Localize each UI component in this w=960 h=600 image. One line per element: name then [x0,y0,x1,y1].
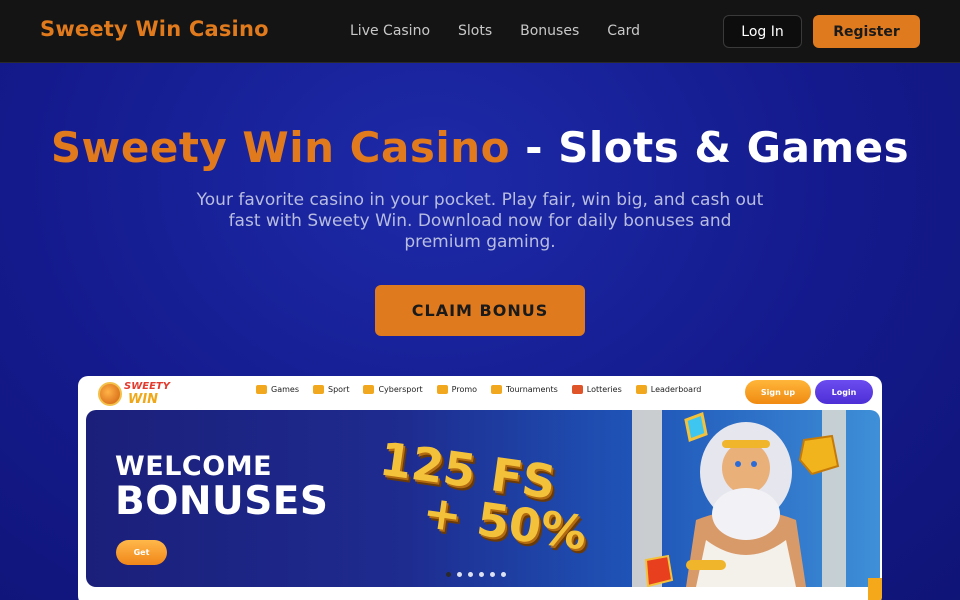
preview-logo-line1: SWEETY [124,381,170,392]
preview-nav-games: Games [256,385,299,394]
top-navbar: Sweety Win Casino Live Casino Slots Bonu… [0,0,960,63]
trophy-icon [312,385,324,394]
diamond-icon [491,385,503,394]
crown-icon [635,385,647,394]
main-nav: Live Casino Slots Bonuses Card [350,23,640,39]
logo-coin-icon [98,382,122,406]
hero-subtitle: Your favorite casino in your pocket. Pla… [196,190,764,252]
carousel-dot [490,572,495,577]
preview-nav-tournaments: Tournaments [491,385,558,394]
brand-logo-text[interactable]: Sweety Win Casino [40,17,269,41]
hero-title-accent: Sweety Win Casino [50,123,510,172]
carousel-dot [479,572,484,577]
preview-nav-label: Lotteries [586,385,622,394]
preview-login-button: Login [815,380,873,404]
banner-promo-text: 125 FS + 50% [371,432,596,561]
register-button[interactable]: Register [813,15,920,48]
claim-bonus-button[interactable]: CLAIM BONUS [375,285,585,336]
banner-line1: WELCOME [115,451,273,482]
preview-nav-lotteries: Lotteries [571,385,622,394]
nav-slots[interactable]: Slots [458,23,492,39]
preview-nav-label: Cybersport [378,385,423,394]
promo-icon [436,385,448,394]
banner-get-button: Get [116,540,167,565]
login-button[interactable]: Log In [723,15,802,48]
promo-line2: + 50% [419,484,591,561]
preview-nav-cybersport: Cybersport [363,385,423,394]
banner-carousel-dots [446,572,506,577]
hero-title-rest: - Slots & Games [509,123,910,172]
carousel-dot [501,572,506,577]
preview-nav-label: Tournaments [506,385,558,394]
carousel-dot [446,572,451,577]
preview-logo-line2: WIN [128,392,159,407]
preview-nav-label: Sport [327,385,350,394]
preview-nav-promo: Promo [436,385,478,394]
site-preview-image: SWEETY WIN Games Sport Cybersport Promo … [78,376,882,600]
gamepad-icon [363,385,375,394]
lottery-icon [571,385,583,394]
preview-nav-label: Games [271,385,299,394]
banner-line2: BONUSES [115,479,329,524]
preview-welcome-banner: WELCOME BONUSES Get 125 FS + 50% [86,410,880,587]
carousel-dot [457,572,462,577]
games-icon [256,385,267,394]
preview-logo: SWEETY WIN [96,380,176,408]
preview-nav: Games Sport Cybersport Promo Tournaments… [256,385,701,394]
zeus-illustration [632,410,846,587]
nav-bonuses[interactable]: Bonuses [520,23,579,39]
carousel-dot [468,572,473,577]
nav-live-casino[interactable]: Live Casino [350,23,430,39]
nav-card[interactable]: Card [607,23,640,39]
banner-heading: WELCOME BONUSES [115,452,329,522]
preview-nav-sport: Sport [312,385,350,394]
preview-signup-button: Sign up [745,380,811,404]
preview-nav-label: Leaderboard [650,385,702,394]
preview-nav-label: Promo [451,385,478,394]
hero-title: Sweety Win Casino - Slots & Games [0,123,960,172]
preview-nav-leaderboard: Leaderboard [635,385,702,394]
preview-side-tab [868,578,882,600]
